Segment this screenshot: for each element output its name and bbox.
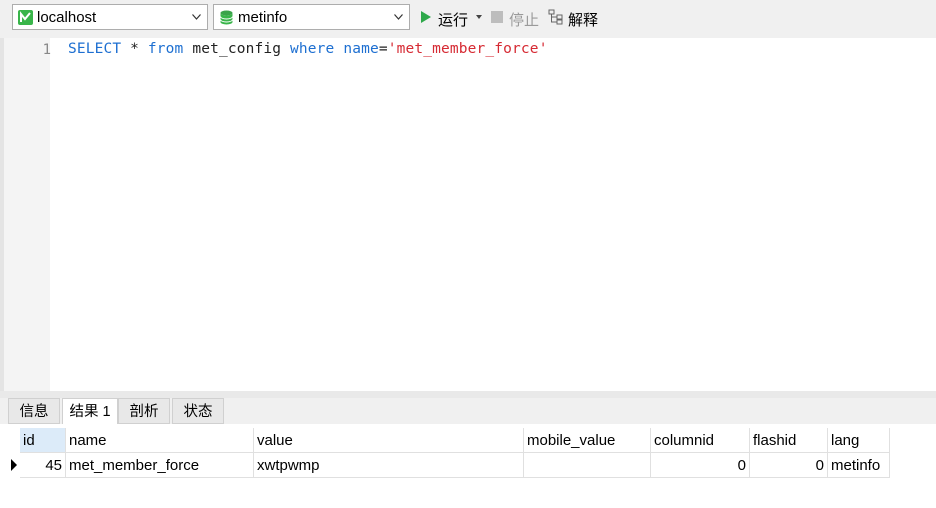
- line-gutter: 1: [0, 38, 51, 391]
- column-header-mobile-value[interactable]: mobile_value: [524, 428, 651, 453]
- database-label: metinfo: [238, 9, 288, 26]
- explain-label: 解释: [568, 12, 599, 29]
- keyword-from: from: [147, 41, 184, 57]
- cell-mobile-value[interactable]: [524, 453, 651, 478]
- token-column-name: name: [343, 41, 379, 57]
- cell-columnid[interactable]: 0: [651, 453, 750, 478]
- result-grid[interactable]: id name value mobile_value columnid flas…: [0, 424, 936, 508]
- tab-status[interactable]: 状态: [172, 398, 224, 424]
- connection-select[interactable]: localhost: [12, 4, 208, 30]
- sql-code-line[interactable]: SELECT * from met_config where name='met…: [68, 41, 548, 57]
- tab-info[interactable]: 信息: [8, 398, 60, 424]
- keyword-where: where: [290, 41, 335, 57]
- connection-label: localhost: [37, 9, 97, 26]
- stop-label: 停止: [509, 12, 540, 29]
- tab-profile[interactable]: 剖析: [118, 398, 170, 424]
- column-header-lang[interactable]: lang: [828, 428, 890, 453]
- token-table: met_config: [183, 41, 291, 57]
- cell-value[interactable]: xwtpwmp: [254, 453, 524, 478]
- sql-editor[interactable]: 1 SELECT * from met_config where name='m…: [0, 38, 936, 391]
- column-header-name[interactable]: name: [66, 428, 254, 453]
- result-tabbar: 信息 结果 1 剖析 状态: [0, 398, 936, 425]
- database-select[interactable]: metinfo: [213, 4, 410, 30]
- toolbar: localhost metinfo 运行 停止 解释: [0, 0, 936, 38]
- cell-id[interactable]: 45: [20, 453, 66, 478]
- column-header-value[interactable]: value: [254, 428, 524, 453]
- column-header-flashid[interactable]: flashid: [750, 428, 828, 453]
- play-icon: [421, 11, 431, 23]
- caret-down-icon[interactable]: [476, 15, 482, 19]
- connection-icon: [18, 10, 33, 25]
- splitter[interactable]: [0, 391, 936, 398]
- run-button[interactable]: 运行: [420, 8, 484, 29]
- line-number: 1: [42, 42, 51, 58]
- stop-button[interactable]: 停止: [491, 8, 541, 29]
- run-label: 运行: [438, 12, 469, 29]
- chevron-down-icon: [394, 14, 403, 20]
- stop-icon: [491, 11, 503, 23]
- token-string-value: 'met_member_force': [387, 41, 548, 57]
- tab-result-1[interactable]: 结果 1: [62, 398, 118, 425]
- chevron-down-icon: [192, 14, 201, 20]
- token-star: *: [121, 41, 148, 57]
- explain-icon: [548, 9, 563, 25]
- database-icon: [220, 10, 233, 25]
- explain-button[interactable]: 解释: [548, 8, 603, 29]
- current-row-indicator-icon: [11, 459, 17, 471]
- cell-lang[interactable]: metinfo: [828, 453, 890, 478]
- keyword-select: SELECT: [68, 41, 122, 57]
- cell-name[interactable]: met_member_force: [66, 453, 254, 478]
- column-header-columnid[interactable]: columnid: [651, 428, 750, 453]
- token-equals: =: [378, 41, 388, 57]
- column-header-id[interactable]: id: [20, 428, 66, 453]
- cell-flashid[interactable]: 0: [750, 453, 828, 478]
